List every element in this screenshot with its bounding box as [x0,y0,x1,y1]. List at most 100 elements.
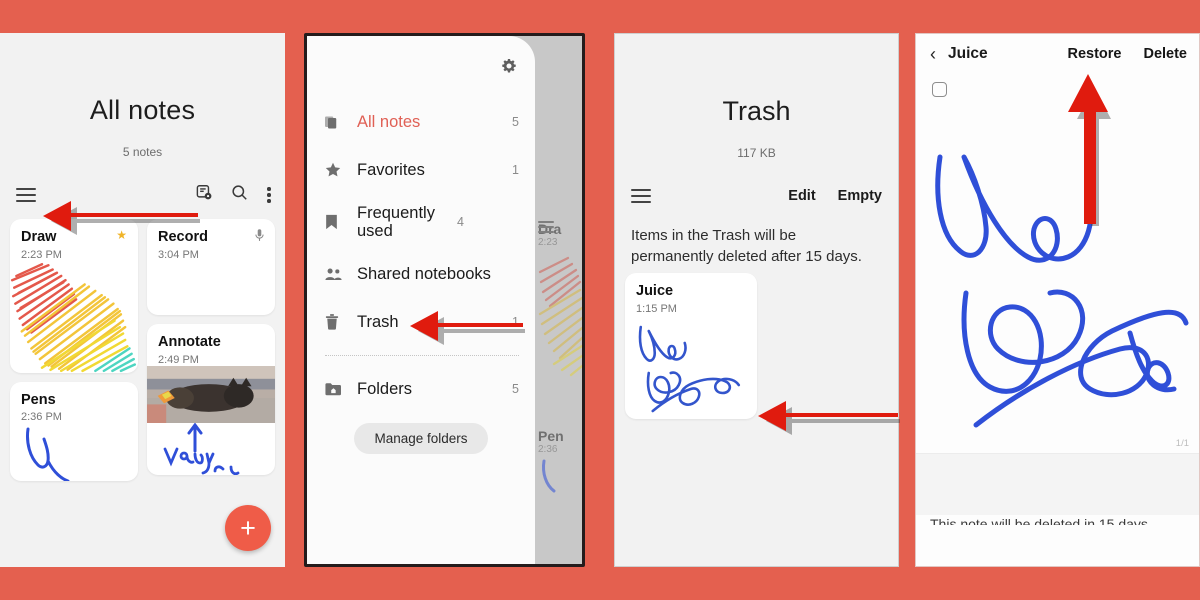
navigation-drawer-screen: Dra 2:23 Pen 2:36 All notes 5 Favorites … [304,33,585,567]
drawer-item-favorites[interactable]: Favorites 1 [307,146,535,194]
scribble-drawing [538,256,582,377]
note-card-header: Draw 2:23 PM ★ [10,219,138,261]
trash-notes-column: Juice 1:15 PM [625,273,757,420]
trash-notes-grid: Juice 1:15 PM [615,267,898,420]
manage-folders-button[interactable]: Manage folders [354,423,488,454]
note-time: 2:36 [538,444,558,455]
add-note-button[interactable]: + [225,505,271,551]
drawer-item-folders[interactable]: Folders 5 [307,365,535,413]
trash-screen: Trash 117 KB Edit Empty Items in the Tra… [614,33,899,567]
hamburger-icon[interactable] [16,188,36,202]
notes-grid: Draw 2:23 PM ★ Pens 2:36 PM Record 3:04 … [0,219,285,482]
scribble-drawing [10,262,137,372]
note-preview [10,423,138,482]
trash-notice-text: Items in the Trash will be permanently d… [631,227,862,265]
favorite-star-icon: ★ [116,228,127,242]
trash-icon [325,314,347,330]
drawer-item-trash[interactable]: Trash 1 [307,298,535,346]
drawer-item-label: Folders [357,379,413,398]
trash-notes-column-empty [757,273,889,419]
settings-gear-icon[interactable] [501,58,517,79]
signature-drawing [935,154,1189,428]
very-cute-handwriting [163,423,240,476]
note-settings-icon[interactable] [195,183,214,207]
note-title: Record [158,229,208,245]
page-title: Trash [722,96,791,126]
notes-column-right: Record 3:04 PM Annotate 2:49 PM [147,219,275,481]
drawer-item-count: 1 [512,163,519,177]
note-time: 2:49 PM [158,353,199,366]
drawer-item-shared-notebooks[interactable]: Shared notebooks [307,250,535,298]
drawer-item-count: 1 [512,315,519,329]
drawer-item-count: 4 [457,215,464,229]
note-time: 2:23 [538,237,558,248]
empty-button[interactable]: Empty [838,188,882,204]
note-card-header: Pens 2:36 PM [10,382,138,424]
drawer-item-count: 5 [512,382,519,396]
note-preview [147,365,275,476]
all-notes-screen: All notes 5 notes Draw 2:23 PM ★ Pens 2:… [0,33,285,567]
backdrop-note-card: Dra 2:23 [538,221,582,402]
page-indicator: 1/1 [1175,438,1189,449]
note-title: Juice [636,283,674,300]
note-detail-screen: ‹ Juice Restore Delete 1/1 This note wil… [915,33,1200,567]
note-time: 2:23 PM [21,248,62,261]
note-title: Pen [538,428,564,444]
star-icon [325,162,347,178]
select-all-checkbox[interactable] [932,82,947,97]
note-preview [625,315,757,419]
notes-column-left: Draw 2:23 PM ★ Pens 2:36 PM [10,219,138,482]
bookmark-icon [325,214,347,230]
handwriting-drawing [542,459,556,493]
note-canvas[interactable]: 1/1 [916,97,1199,453]
drawer-item-label: Trash [357,312,399,331]
cat-photo-thumbnail [147,365,275,424]
folder-icon [325,382,347,396]
note-detail-title: Juice [948,45,988,62]
note-card-draw[interactable]: Draw 2:23 PM ★ [10,219,138,373]
note-card-pens[interactable]: Pens 2:36 PM [10,381,138,482]
note-preview [10,261,138,373]
navigation-drawer: All notes 5 Favorites 1 Frequently used … [307,36,535,564]
more-vertical-icon[interactable] [267,186,271,204]
drawer-item-count: 5 [512,115,519,129]
note-card-header: Annotate 2:49 PM [147,324,275,366]
all-notes-toolbar [0,181,285,209]
note-footer-text: This note will be deleted in 15 days [930,516,1148,525]
all-notes-icon [325,115,347,130]
note-card-record[interactable]: Record 3:04 PM [147,219,275,315]
drawer-items: All notes 5 Favorites 1 Frequently used … [307,98,535,454]
trash-toolbar: Edit Empty [615,184,898,208]
backdrop-notes-list: Dra 2:23 Pen 2:36 [530,36,582,564]
note-footer-area [916,453,1199,515]
drawer-divider [325,355,519,356]
restore-button[interactable]: Restore [1067,46,1121,62]
note-title: Pens [21,391,56,408]
chevron-left-icon[interactable]: ‹ [930,45,936,63]
note-card-header: Record 3:04 PM [147,219,275,261]
screenshot-stage: All notes 5 notes Draw 2:23 PM ★ Pens 2:… [0,0,1200,600]
delete-button[interactable]: Delete [1143,46,1187,62]
note-time: 1:15 PM [636,303,677,316]
handwriting-drawing [26,427,70,482]
hamburger-icon[interactable] [631,189,651,203]
shared-people-icon [325,267,347,281]
drawer-item-frequently-used[interactable]: Frequently used 4 [307,194,535,250]
edit-button[interactable]: Edit [788,188,815,204]
search-icon[interactable] [230,183,249,207]
note-time: 3:04 PM [158,248,199,261]
drawer-item-label: Shared notebooks [357,264,491,283]
page-title: All notes [89,95,196,125]
note-detail-toolbar: ‹ Juice Restore Delete [916,34,1199,74]
note-card-annotate[interactable]: Annotate 2:49 PM [147,324,275,476]
note-time: 2:36 PM [21,411,62,424]
drawer-item-label: Frequently used [357,203,435,240]
note-card-juice[interactable]: Juice 1:15 PM [625,273,757,420]
drawer-item-label: All notes [357,112,421,131]
signature-drawing [638,325,741,413]
drawer-item-all-notes[interactable]: All notes 5 [307,98,535,146]
note-title: Dra [538,221,562,237]
microphone-icon [255,229,264,244]
note-title: Annotate [158,334,221,350]
trash-size-label: 117 KB [737,146,776,160]
